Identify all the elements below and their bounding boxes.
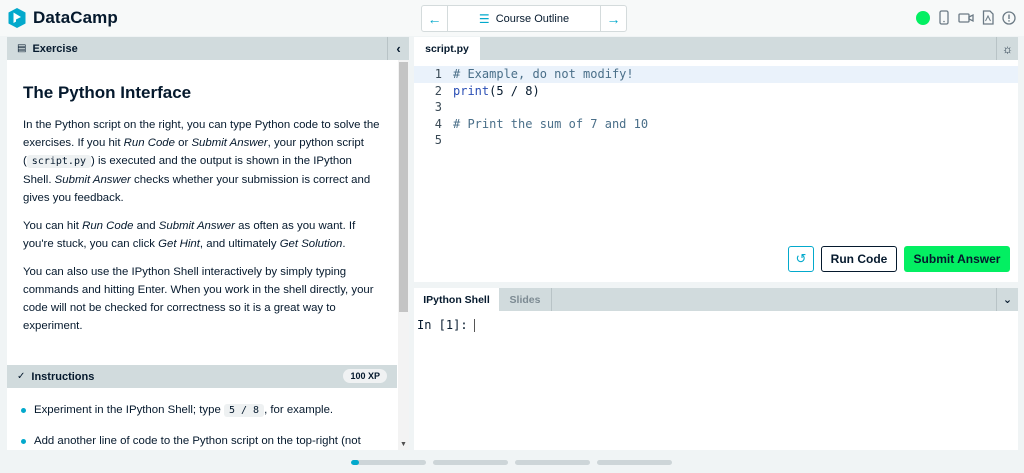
- code-line[interactable]: 4 # Print the sum of 7 and 10: [414, 116, 1018, 133]
- progress-fill: [351, 460, 359, 465]
- collapse-shell-button[interactable]: ⌄: [996, 288, 1018, 311]
- code-area[interactable]: 1 # Example, do not modify! 2 print(5 / 8) 3…: [414, 66, 1018, 149]
- instructions-list: Experiment in the IPython Shell; type 5 …: [21, 401, 391, 450]
- text-emphasis: Get Solution: [279, 238, 343, 250]
- code-keyword: print: [453, 83, 490, 98]
- code-line[interactable]: 2 print(5 / 8): [414, 83, 1018, 100]
- xp-badge: 100 XP: [343, 369, 387, 383]
- editor-tab-bar: script.py ☼: [414, 37, 1018, 60]
- arrow-left-icon: ←: [427, 10, 442, 27]
- exercise-panel: ▤ Exercise ‹ The Python Interface In the…: [7, 37, 409, 450]
- line-number: 2: [434, 83, 442, 98]
- text: , and ultimately: [199, 238, 280, 250]
- exercise-paragraph-2: You can hit Run Code and Submit Answer a…: [23, 217, 383, 253]
- check-circle-icon: ✓: [17, 371, 26, 382]
- exercise-paragraph-1: In the Python script on the right, you c…: [23, 116, 383, 207]
- code-text: # Print the sum of 7 and 10: [453, 116, 648, 133]
- menu-icon: ☰: [478, 11, 490, 26]
- text: and: [133, 220, 159, 232]
- code-editor: script.py ☼ 1 # Example, do not modify! 2 p…: [414, 37, 1018, 282]
- code-comment: # Example, do not modify!: [453, 67, 634, 81]
- chevron-down-icon: ⌄: [1002, 294, 1013, 306]
- progress-segment: [351, 460, 426, 465]
- scroll-down-arrow-icon[interactable]: ▼: [398, 440, 409, 450]
- shell-tab-bar: IPython Shell Slides ⌄: [414, 288, 1018, 311]
- inline-code: 5 / 8: [223, 404, 265, 417]
- exercise-progress: [351, 460, 672, 465]
- text: Experiment in the IPython Shell; type: [34, 404, 224, 416]
- top-right-icons: [916, 10, 1016, 25]
- previous-exercise-button[interactable]: ←: [422, 6, 448, 31]
- arrow-right-icon: →: [606, 10, 621, 27]
- exercise-content: The Python Interface In the Python scrip…: [23, 83, 383, 345]
- submit-answer-button[interactable]: Submit Answer: [904, 246, 1010, 272]
- text-cursor: [473, 319, 475, 332]
- datacamp-logo[interactable]: DataCamp: [7, 7, 118, 29]
- top-bar: DataCamp ← ☰ Course Outline →: [0, 0, 1024, 36]
- reset-code-button[interactable]: ↺: [788, 246, 814, 272]
- mobile-icon[interactable]: [938, 10, 950, 25]
- text-emphasis: Run Code: [82, 220, 134, 232]
- course-outline-label: Course Outline: [495, 12, 570, 25]
- text: .: [342, 238, 346, 250]
- inline-code: script.py: [26, 155, 91, 168]
- exercise-paragraph-3: You can also use the IPython Shell inter…: [23, 266, 374, 332]
- course-outline-button[interactable]: ☰ Course Outline: [448, 6, 600, 31]
- code-line[interactable]: 1 # Example, do not modify!: [414, 66, 1018, 83]
- line-number: 5: [434, 133, 442, 147]
- code-text: # Example, do not modify!: [453, 66, 634, 83]
- text: You can hit: [23, 220, 83, 232]
- pdf-icon[interactable]: [982, 10, 994, 25]
- text-emphasis: Submit Answer: [191, 137, 268, 149]
- code-comment: # Print the sum of 7 and 10: [453, 116, 649, 131]
- document-icon: ▤: [17, 43, 27, 54]
- code-line[interactable]: 3: [414, 99, 1018, 116]
- progress-segment: [433, 460, 508, 465]
- ipython-shell-panel: IPython Shell Slides ⌄ In [1]:: [414, 288, 1018, 450]
- reset-icon: ↺: [795, 251, 807, 266]
- collapse-panel-button[interactable]: ‹: [387, 37, 409, 60]
- text-emphasis: Run Code: [123, 137, 175, 149]
- line-number: 4: [434, 116, 442, 131]
- text-emphasis: Get Hint: [158, 238, 200, 250]
- datacamp-logo-icon: [8, 8, 26, 28]
- line-number: 3: [434, 100, 442, 114]
- next-exercise-button[interactable]: →: [600, 6, 626, 31]
- code-line[interactable]: 5: [414, 132, 1018, 149]
- settings-icon: ☼: [1002, 41, 1013, 56]
- run-code-button[interactable]: Run Code: [821, 246, 897, 272]
- session-status-indicator[interactable]: [916, 10, 930, 25]
- text-emphasis: Submit Answer: [54, 174, 131, 186]
- course-nav: ← ☰ Course Outline →: [421, 5, 627, 32]
- text-emphasis: Submit Answer: [158, 220, 235, 232]
- chevron-left-icon: ‹: [396, 41, 401, 56]
- text: , for example.: [264, 404, 334, 416]
- editor-actions: ↺ Run Code Submit Answer: [788, 246, 1010, 272]
- editor-settings-button[interactable]: ☼: [996, 37, 1018, 60]
- progress-segment: [597, 460, 672, 465]
- tab-script-py[interactable]: script.py: [414, 37, 480, 60]
- alert-icon[interactable]: [1002, 10, 1016, 25]
- instructions-header: ✓ Instructions 100 XP: [7, 365, 397, 388]
- instructions-header-label: Instructions: [31, 370, 95, 383]
- instruction-item: Add another line of code to the Python s…: [21, 432, 391, 450]
- shell-prompt-label: In [1]:: [417, 318, 468, 332]
- code-text: print(5 / 8): [453, 83, 540, 100]
- app-name: DataCamp: [33, 8, 118, 27]
- video-icon[interactable]: [958, 12, 974, 24]
- shell-prompt[interactable]: In [1]:: [417, 318, 475, 332]
- exercise-header: ▤ Exercise ‹: [7, 37, 409, 60]
- tab-ipython-shell[interactable]: IPython Shell: [414, 288, 499, 311]
- exercise-scrollbar[interactable]: ▼: [398, 60, 409, 450]
- exercise-header-label: Exercise: [32, 42, 78, 55]
- exercise-title: The Python Interface: [23, 83, 192, 102]
- line-number: 1: [434, 67, 442, 81]
- text: or: [174, 137, 192, 149]
- progress-segment: [515, 460, 590, 465]
- instruction-item: Experiment in the IPython Shell; type 5 …: [21, 401, 391, 420]
- tab-slides[interactable]: Slides: [499, 288, 552, 311]
- code-expression: (5 / 8): [489, 83, 540, 98]
- scrollbar-thumb[interactable]: [399, 62, 408, 312]
